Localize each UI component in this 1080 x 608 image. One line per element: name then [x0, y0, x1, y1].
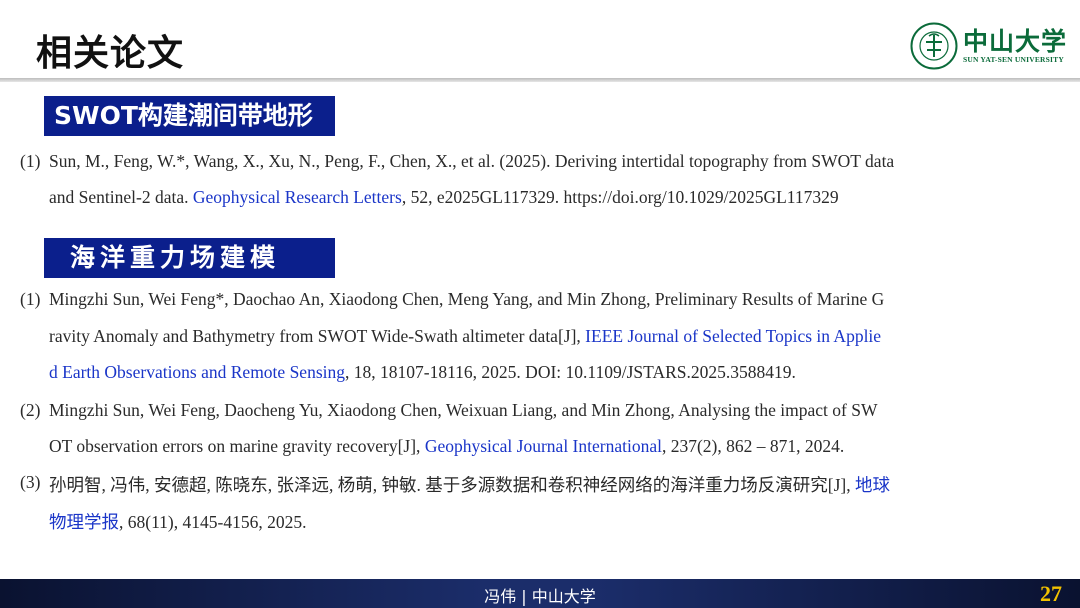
- footer-bar: 冯伟 | 中山大学 27: [0, 579, 1080, 608]
- reference-line: Mingzhi Sun, Wei Feng*, Daochao An, Xiao…: [49, 289, 884, 310]
- reference-number: (1): [20, 151, 41, 171]
- reference-line: 物理学报, 68(11), 4145-4156, 2025.: [49, 509, 306, 534]
- journal-link[interactable]: Geophysical Journal International: [425, 436, 662, 456]
- journal-link[interactable]: 地球: [855, 475, 890, 495]
- reference-text: , 18, 18107-18116, 2025. DOI: 10.1109/JS…: [345, 362, 796, 382]
- reference-line: 孙明智, 冯伟, 安德超, 陈晓东, 张泽远, 杨萌, 钟敏. 基于多源数据和卷…: [49, 472, 890, 497]
- reference-text: Mingzhi Sun, Wei Feng, Daocheng Yu, Xiao…: [49, 400, 878, 420]
- reference-number: (1): [20, 289, 41, 309]
- reference-line: and Sentinel-2 data. Geophysical Researc…: [49, 187, 839, 208]
- reference-line: OT observation errors on marine gravity …: [49, 436, 844, 457]
- reference-line: d Earth Observations and Remote Sensing,…: [49, 362, 796, 383]
- section-header-marine-gravity: 海洋重力场建模: [44, 238, 335, 278]
- reference-text: , 237(2), 862 – 871, 2024.: [661, 436, 845, 456]
- reference-text: 孙明智, 冯伟, 安德超, 陈晓东, 张泽远, 杨萌, 钟敏. 基于多源数据和卷…: [49, 475, 855, 495]
- journal-link[interactable]: 物理学报: [49, 512, 119, 532]
- reference-text: , 68(11), 4145-4156, 2025.: [119, 512, 307, 532]
- logo-chinese-name: 中山大学: [963, 27, 1068, 56]
- page-number: 27: [1040, 581, 1062, 606]
- university-seal-icon: [910, 22, 958, 70]
- reference-line: ravity Anomaly and Bathymetry from SWOT …: [49, 326, 881, 347]
- title-divider: [0, 78, 1080, 82]
- reference-line: Mingzhi Sun, Wei Feng, Daocheng Yu, Xiao…: [49, 400, 877, 421]
- reference-number: (3): [20, 472, 41, 492]
- journal-link[interactable]: Geophysical Research Letters: [193, 187, 402, 207]
- logo-english-name: SUN YAT-SEN UNIVERSITY: [963, 55, 1064, 64]
- journal-link[interactable]: d Earth Observations and Remote Sensing: [49, 362, 345, 382]
- reference-number: (2): [20, 400, 41, 420]
- section-header-swot-intertidal: SWOT构建潮间带地形: [44, 96, 335, 136]
- footer-author: 冯伟 | 中山大学: [484, 587, 596, 606]
- university-logo: 中山大学 SUN YAT-SEN UNIVERSITY: [910, 20, 1070, 72]
- reference-line: Sun, M., Feng, W.*, Wang, X., Xu, N., Pe…: [49, 151, 894, 172]
- reference-text: , 52, e2025GL117329. https://doi.org/10.…: [401, 187, 839, 207]
- journal-link[interactable]: IEEE Journal of Selected Topics in Appli…: [585, 326, 881, 346]
- reference-text: Mingzhi Sun, Wei Feng*, Daochao An, Xiao…: [49, 289, 885, 309]
- reference-text: ravity Anomaly and Bathymetry from SWOT …: [49, 326, 586, 346]
- reference-text: Sun, M., Feng, W.*, Wang, X., Xu, N., Pe…: [49, 151, 895, 171]
- reference-text: OT observation errors on marine gravity …: [49, 436, 425, 456]
- slide-title: 相关论文: [36, 33, 185, 74]
- reference-text: and Sentinel-2 data.: [49, 187, 193, 207]
